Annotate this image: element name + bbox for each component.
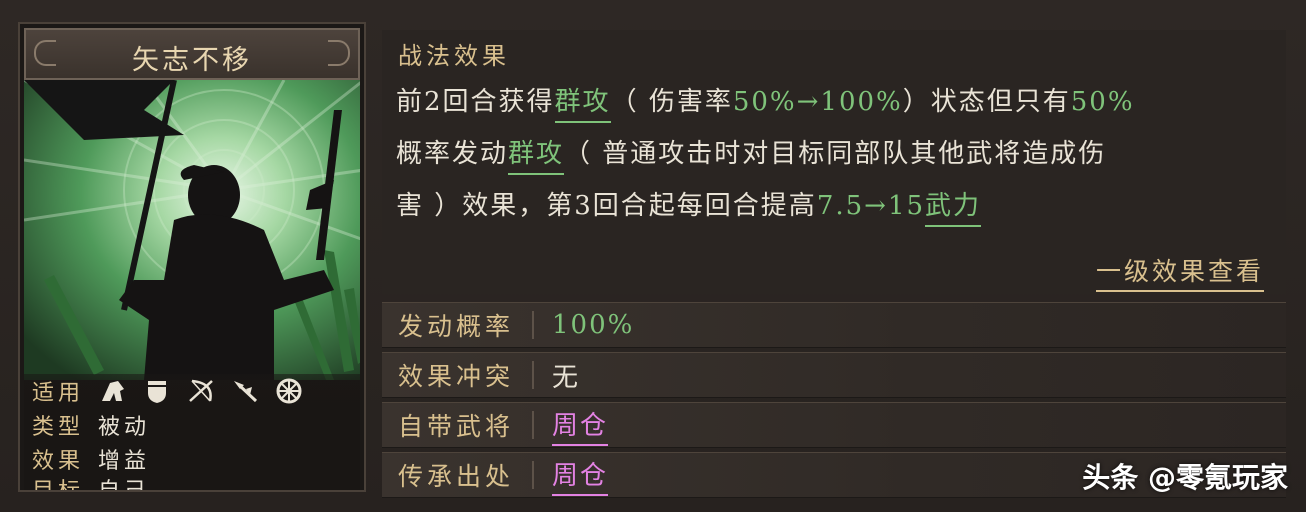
inherit-source-link[interactable]: 周仓 xyxy=(552,455,609,496)
tactic-info-panel: 适用 类型 被动 效果 增益 目标 自己 xyxy=(24,374,360,490)
tactic-detail-page: 矢志不移 适用 类型 被动 效果 增益 目标 自己 战法效果 前2回合获得群攻（… xyxy=(0,0,1306,512)
info-key-target: 目标 xyxy=(32,479,85,492)
effect-text: （ 普通攻击时对目标同部队其他武将造成伤 xyxy=(564,139,1107,169)
card-title-bar: 矢志不移 xyxy=(24,28,360,80)
spear-icon xyxy=(230,377,260,405)
info-value-target: 自己 xyxy=(98,479,151,492)
effect-text: 前2回合获得 xyxy=(396,87,555,117)
force-attribute-link[interactable]: 武力 xyxy=(925,191,982,227)
effect-line-1: 前2回合获得群攻（ 伤害率50%→100%）状态但只有50% xyxy=(396,76,1256,128)
info-key-applicable: 适用 xyxy=(32,381,85,406)
attr-value-trigger-rate: 100% xyxy=(552,310,635,340)
damage-rate-value: 50%→100% xyxy=(732,87,903,117)
watermark: 头条 @零氪玩家 xyxy=(1082,461,1288,494)
effect-line-3: 害 ）效果，第3回合起每回合提高7.5→15武力 xyxy=(396,180,1256,232)
troop-type-icons xyxy=(98,377,304,405)
trigger-chance-value: 50% xyxy=(1070,87,1135,117)
attr-divider xyxy=(532,411,534,439)
attr-key-trigger-rate: 发动概率 xyxy=(398,312,515,341)
info-value-effect: 增益 xyxy=(98,449,151,474)
attr-row-own-general: 自带武将 周仓 xyxy=(382,402,1286,448)
cavalry-icon xyxy=(98,377,128,405)
effect-text: ）状态但只有 xyxy=(902,87,1071,117)
attr-row-conflict: 效果冲突 无 xyxy=(382,352,1286,398)
attr-row-trigger-rate: 发动概率 100% xyxy=(382,302,1286,348)
effect-text: 害 ）效果，第3回合起每回合提高 xyxy=(396,191,817,221)
attr-divider xyxy=(532,311,534,339)
aoe-status-link[interactable]: 群攻 xyxy=(554,87,611,123)
tactic-name: 矢志不移 xyxy=(132,45,252,76)
info-key-effect: 效果 xyxy=(32,449,85,474)
attr-key-conflict: 效果冲突 xyxy=(398,362,515,391)
bow-icon xyxy=(186,377,216,405)
info-value-type: 被动 xyxy=(98,415,151,440)
attr-divider xyxy=(532,461,534,489)
tactic-card: 矢志不移 适用 类型 被动 效果 增益 目标 自己 xyxy=(18,22,366,492)
own-general-link[interactable]: 周仓 xyxy=(552,405,609,446)
effect-description: 前2回合获得群攻（ 伤害率50%→100%）状态但只有50% 概率发动群攻（ 普… xyxy=(396,76,1256,232)
aoe-status-link-2[interactable]: 群攻 xyxy=(508,139,565,175)
attr-divider xyxy=(532,361,534,389)
effect-line-2: 概率发动群攻（ 普通攻击时对目标同部队其他武将造成伤 xyxy=(396,128,1256,180)
attr-key-inherit-source: 传承出处 xyxy=(398,462,515,491)
info-row-applicable: 适用 xyxy=(24,376,360,406)
effect-heading: 战法效果 xyxy=(398,42,510,70)
info-row-type: 类型 被动 xyxy=(24,410,360,440)
force-increase-value: 7.5→15 xyxy=(816,191,926,221)
attr-value-conflict: 无 xyxy=(552,362,581,393)
level-one-effect-link[interactable]: 一级效果查看 xyxy=(1095,252,1264,292)
info-key-type: 类型 xyxy=(32,415,85,440)
attr-key-own-general: 自带武将 xyxy=(398,412,515,441)
effect-text: 概率发动 xyxy=(396,139,509,169)
tactic-artwork xyxy=(24,80,360,380)
info-row-target: 目标 自己 xyxy=(24,474,360,492)
effect-text: （ 伤害率 xyxy=(610,87,733,117)
wheel-icon xyxy=(274,377,304,405)
info-row-effect: 效果 增益 xyxy=(24,444,360,474)
tactic-effect-panel: 战法效果 前2回合获得群攻（ 伤害率50%→100%）状态但只有50% 概率发动… xyxy=(382,30,1286,294)
shield-icon xyxy=(142,377,172,405)
